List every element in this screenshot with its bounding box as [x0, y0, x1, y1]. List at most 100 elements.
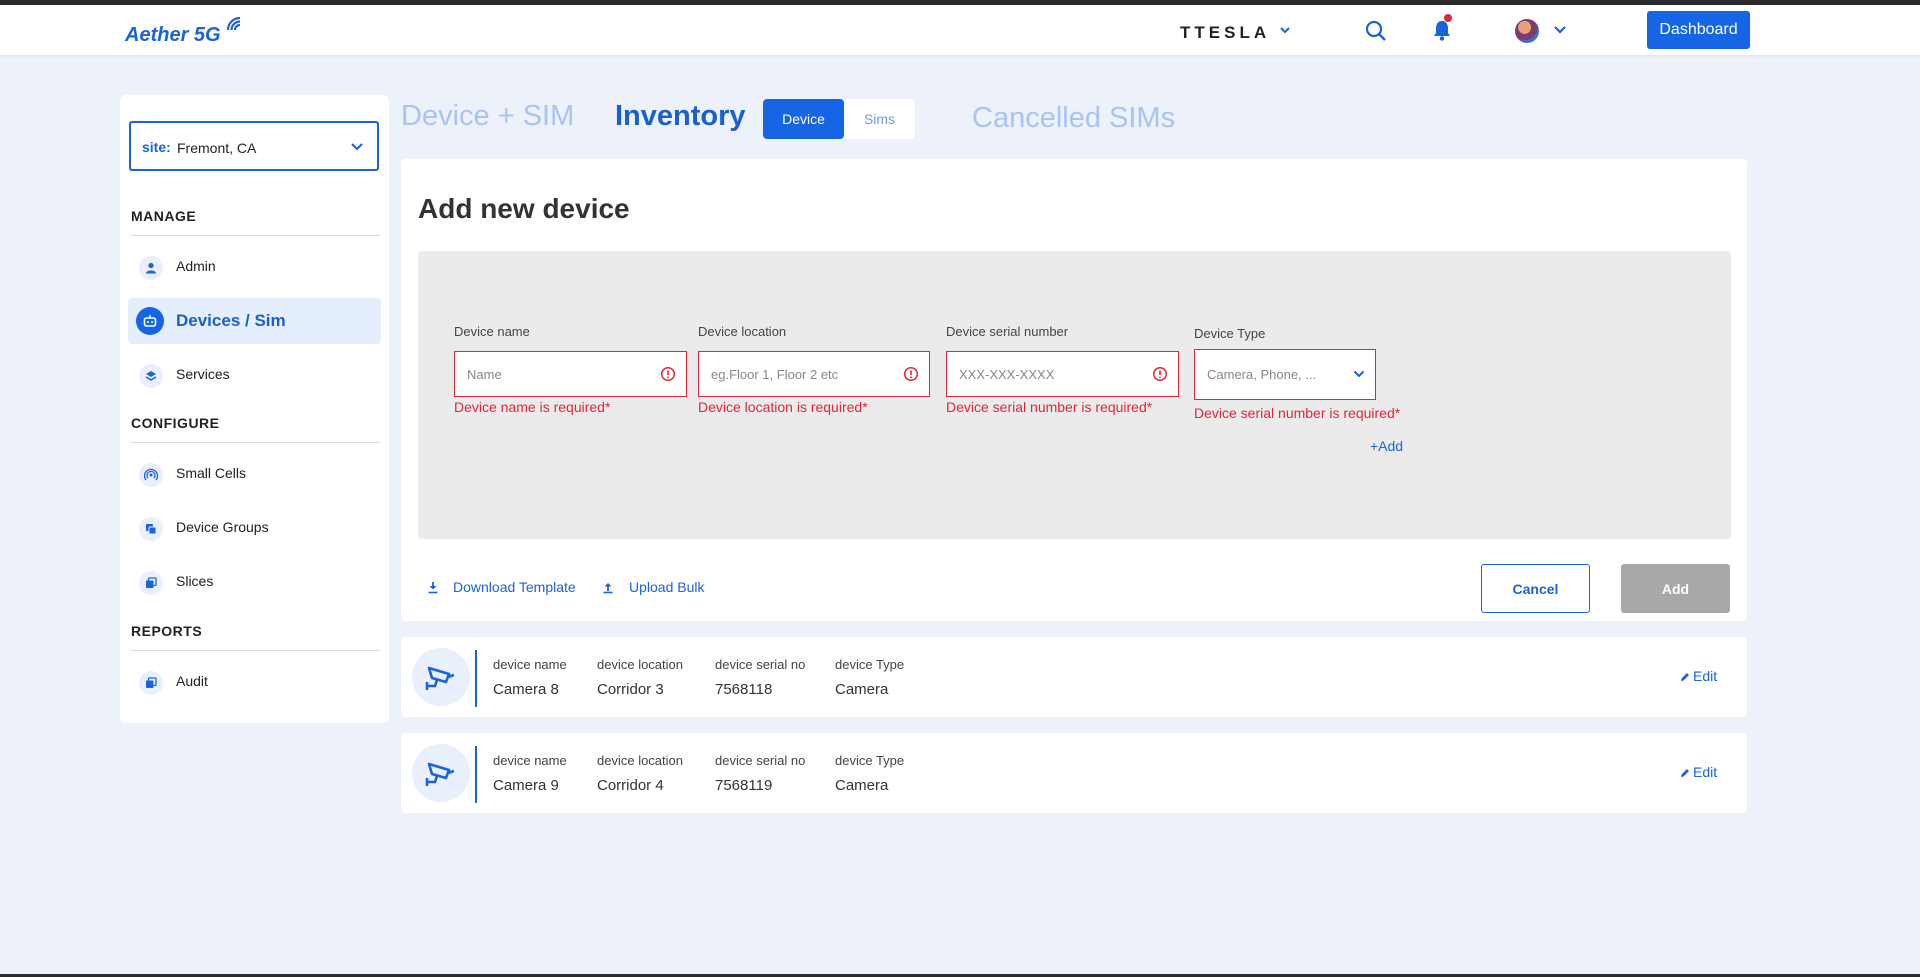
pencil-icon [1681, 769, 1689, 777]
device-serial-value: 7568118 [715, 681, 773, 698]
row-divider [475, 650, 477, 707]
sidebar-item-label: Devices / Sim [176, 311, 286, 330]
header-device-location: device location [597, 657, 683, 672]
header-device-name: device name [493, 753, 567, 768]
site-value: Fremont, CA [177, 140, 257, 156]
section-title-configure: CONFIGURE [131, 415, 220, 431]
sidebar-item-audit[interactable]: Audit [128, 659, 381, 705]
copy-icon [139, 517, 163, 541]
upload-icon [603, 583, 613, 594]
chevron-down-icon[interactable] [1553, 24, 1567, 36]
sidebar-item-admin[interactable]: Admin [128, 244, 381, 290]
error-icon [903, 366, 919, 382]
top-header: Aether 5G TTESLA Dashboard [0, 5, 1920, 55]
cctv-camera-icon [412, 744, 470, 802]
person-icon [139, 256, 163, 280]
cancel-button[interactable]: Cancel [1481, 564, 1590, 613]
device-location-label: Device location [698, 324, 787, 339]
device-location-placeholder: eg.Floor 1, Floor 2 etc [711, 367, 839, 382]
site-selector[interactable]: site: Fremont, CA [129, 121, 379, 171]
device-type-error: Device serial number is required* [1194, 405, 1401, 421]
device-type-select[interactable]: Camera, Phone, ... [1194, 349, 1376, 400]
tab-inventory[interactable]: Inventory [615, 100, 746, 133]
layers-icon [139, 364, 163, 388]
inventory-segmented-control: Device Sims [763, 99, 915, 139]
cctv-camera-icon [412, 648, 470, 706]
avatar[interactable] [1515, 19, 1539, 43]
sidebar-item-devices-sim[interactable]: Devices / Sim [128, 298, 381, 344]
stack-icon [139, 571, 163, 595]
device-location-value: Corridor 4 [597, 777, 664, 794]
device-list-item: device name device location device seria… [401, 733, 1747, 813]
sidebar-item-services[interactable]: Services [128, 352, 381, 398]
robot-icon [136, 307, 164, 335]
sidebar-item-device-groups[interactable]: Device Groups [128, 505, 381, 551]
device-type-placeholder: Camera, Phone, ... [1207, 367, 1317, 382]
upload-bulk-label: Upload Bulk [629, 579, 705, 595]
tab-device-sim[interactable]: Device + SIM [401, 100, 574, 133]
error-icon [1152, 366, 1168, 382]
bell-icon[interactable] [1432, 19, 1452, 41]
edit-label: Edit [1693, 668, 1718, 684]
device-type-value: Camera [835, 777, 889, 794]
device-list-item: device name device location device seria… [401, 637, 1747, 717]
device-serial-label: Device serial number [946, 324, 1069, 339]
header-device-serial: device serial no [715, 657, 806, 672]
device-name-label: Device name [454, 324, 530, 339]
pencil-icon [1681, 673, 1689, 681]
error-icon [660, 366, 676, 382]
device-serial-field[interactable]: XXX-XXX-XXXX [946, 351, 1179, 397]
device-location-field[interactable]: eg.Floor 1, Floor 2 etc [698, 351, 930, 397]
chevron-down-icon [351, 143, 363, 151]
segment-sims[interactable]: Sims [844, 99, 915, 139]
device-name-field[interactable]: Name [454, 351, 687, 397]
edit-label: Edit [1693, 764, 1718, 780]
header-device-type: device Type [835, 657, 905, 672]
section-title-manage: MANAGE [131, 208, 197, 224]
sidebar-item-small-cells[interactable]: Small Cells [128, 451, 381, 497]
notification-dot [1444, 14, 1452, 22]
tenant-brand[interactable]: TTESLA [1180, 23, 1270, 43]
sidebar-item-label: Device Groups [176, 519, 269, 535]
add-button[interactable]: Add [1621, 564, 1730, 613]
device-location-error: Device location is required* [698, 399, 868, 415]
device-name-placeholder: Name [467, 367, 502, 382]
sidebar-item-label: Audit [176, 673, 208, 689]
device-serial-error: Device serial number is required* [946, 399, 1153, 415]
download-icon [428, 582, 438, 594]
device-name-error: Device name is required* [454, 399, 611, 415]
sidebar-item-label: Services [176, 366, 230, 382]
stack-icon [139, 671, 163, 695]
device-type-label: Device Type [1194, 326, 1266, 341]
device-serial-placeholder: XXX-XXX-XXXX [959, 367, 1055, 382]
app-logo[interactable]: Aether 5G [125, 24, 221, 47]
section-divider [131, 650, 380, 651]
add-device-card: Add new device Device name Name Device n… [401, 159, 1747, 621]
section-title-reports: REPORTS [131, 623, 203, 639]
row-divider [475, 746, 477, 803]
device-form: Device name Name Device name is required… [418, 251, 1731, 539]
header-device-name: device name [493, 657, 567, 672]
sidebar: site: Fremont, CA MANAGE Admin Devices /… [120, 95, 389, 723]
header-device-serial: device serial no [715, 753, 806, 768]
site-label: site: [142, 139, 171, 155]
sidebar-item-slices[interactable]: Slices [128, 559, 381, 605]
download-template-label: Download Template [453, 579, 576, 595]
sidebar-item-label: Small Cells [176, 465, 247, 481]
section-divider [131, 442, 380, 443]
wifi-icon [226, 16, 241, 31]
device-name-value: Camera 8 [493, 681, 559, 698]
device-type-value: Camera [835, 681, 889, 698]
header-device-type: device Type [835, 753, 905, 768]
device-name-value: Camera 9 [493, 777, 559, 794]
add-row-link[interactable]: +Add [1370, 438, 1403, 454]
tab-cancelled-sims[interactable]: Cancelled SIMs [972, 102, 1175, 135]
sidebar-item-label: Admin [176, 258, 216, 274]
segment-device[interactable]: Device [763, 99, 844, 139]
device-location-value: Corridor 3 [597, 681, 664, 698]
chevron-down-icon[interactable] [1279, 24, 1291, 36]
sidebar-item-label: Slices [176, 573, 214, 589]
page-title: Add new device [418, 193, 630, 224]
search-icon[interactable] [1365, 20, 1387, 42]
dashboard-button[interactable]: Dashboard [1647, 11, 1750, 49]
